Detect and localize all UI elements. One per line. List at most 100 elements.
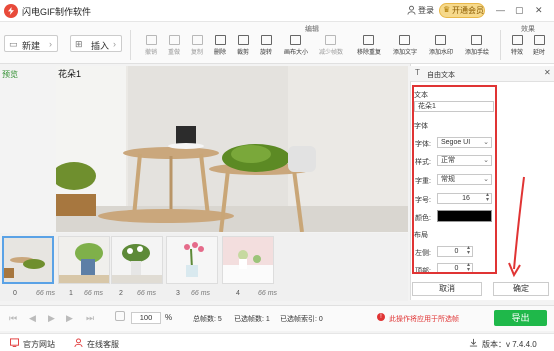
insert-label: 插入 xyxy=(91,41,110,51)
restore-button[interactable]: ▢ xyxy=(515,5,524,16)
website-icon xyxy=(10,338,19,347)
download-icon xyxy=(469,338,478,347)
panel-title: 自由文本 xyxy=(427,72,455,79)
frame-thumbnail[interactable] xyxy=(111,236,163,284)
zoom-input[interactable]: 100 xyxy=(131,312,161,324)
warning-text: 此操作将应用于所选帧 xyxy=(389,316,459,323)
text-tool-icon: T xyxy=(415,68,420,77)
zoom-unit: % xyxy=(165,313,173,322)
vip-label: 开通会员 xyxy=(452,6,484,15)
selected-frames-text: 已选帧数: 1 xyxy=(234,316,270,323)
next-frame-icon[interactable]: ▶ xyxy=(66,313,73,324)
add-drawing-tool[interactable]: 添加手绘 xyxy=(465,35,489,56)
redo-icon xyxy=(168,35,180,45)
reduce-frames-tool[interactable]: 减少帧数 xyxy=(319,35,343,56)
crop-tool[interactable]: 裁剪 xyxy=(232,35,254,56)
export-button[interactable]: 导出 xyxy=(494,310,547,326)
remove-duplicates-tool[interactable]: 移除重复 xyxy=(357,35,381,56)
frame-image xyxy=(59,237,109,283)
frame-thumbnail[interactable] xyxy=(58,236,110,284)
copy-tool[interactable]: 复制 xyxy=(186,35,208,56)
frame-index: 1 xyxy=(69,290,73,297)
frame-image xyxy=(167,237,217,283)
frame-duration: 66 ms xyxy=(36,290,56,297)
panel-close-icon[interactable]: ✕ xyxy=(544,68,551,77)
undo-icon xyxy=(145,35,157,45)
delay-icon xyxy=(533,35,545,45)
frame-duration: 66 ms xyxy=(137,290,157,297)
undo-tool[interactable]: 撤销 xyxy=(140,35,162,56)
support-icon xyxy=(74,338,83,347)
delete-icon xyxy=(214,35,226,45)
frame-thumbnail[interactable] xyxy=(2,236,54,284)
add-watermark-icon xyxy=(434,35,446,45)
total-frames-text: 总帧数: 5 xyxy=(193,316,222,323)
warning-icon: ! xyxy=(377,313,385,321)
first-frame-icon[interactable]: ⏮ xyxy=(9,313,17,324)
control-bar xyxy=(0,305,554,331)
toolbar-divider xyxy=(500,30,501,60)
play-icon[interactable]: ▶ xyxy=(48,313,55,324)
toolbar-divider xyxy=(130,30,131,60)
redo-tool[interactable]: 重做 xyxy=(163,35,185,56)
frame-index: 3 xyxy=(176,290,180,297)
pen-icon xyxy=(470,35,482,45)
insert-icon: ⊞ xyxy=(75,39,83,49)
user-icon[interactable] xyxy=(407,5,416,15)
frame-image xyxy=(4,238,52,282)
minimize-button[interactable]: — xyxy=(496,5,505,15)
last-frame-icon[interactable]: ⏭ xyxy=(86,313,94,324)
app-title: 闪电GIF制作软件 xyxy=(22,7,91,17)
login-link[interactable]: 登录 xyxy=(418,5,434,16)
canvas-size-tool[interactable]: 画布大小 xyxy=(284,35,308,56)
new-label: 新建 xyxy=(22,41,41,51)
zoom-fit-icon[interactable] xyxy=(115,311,125,321)
annotation-arrow-icon xyxy=(508,176,525,278)
preview-canvas[interactable] xyxy=(56,66,408,232)
effects-tool[interactable]: 特效 xyxy=(506,35,528,56)
frame-duration: 66 ms xyxy=(258,290,278,297)
frame-index: 2 xyxy=(119,290,123,297)
rotate-icon xyxy=(260,35,272,45)
effect-group-label: 效果 xyxy=(521,26,535,33)
chevron-right-icon: › xyxy=(49,39,52,49)
rotate-tool[interactable]: 旋转 xyxy=(255,35,277,56)
frame-thumbnail[interactable] xyxy=(222,236,274,284)
preview-label: 预览 xyxy=(2,70,18,79)
delay-tool[interactable]: 延时 xyxy=(528,35,550,56)
official-website-link[interactable]: 官方网站 xyxy=(23,339,55,350)
frame-index: 4 xyxy=(236,290,240,297)
canvas-size-icon xyxy=(289,35,301,45)
crown-icon: ♛ xyxy=(443,5,451,14)
prev-frame-icon[interactable]: ◀ xyxy=(29,313,36,324)
add-watermark-tool[interactable]: 添加水印 xyxy=(429,35,453,56)
new-file-icon: ▭ xyxy=(9,39,18,49)
highlight-annotation-box xyxy=(412,85,497,274)
frame-thumbnail[interactable] xyxy=(166,236,218,284)
new-button[interactable]: ▭ 新建 › xyxy=(4,35,58,52)
preview-image xyxy=(56,66,408,232)
frame-image xyxy=(112,237,162,283)
effects-icon xyxy=(511,35,523,45)
chevron-right-icon: › xyxy=(113,39,116,49)
reduce-frames-icon xyxy=(324,35,336,45)
frame-image xyxy=(223,237,273,283)
add-text-tool[interactable]: 添加文字 xyxy=(393,35,417,56)
add-text-icon xyxy=(398,35,410,45)
crop-icon xyxy=(237,35,249,45)
selected-index-text: 已选帧索引: 0 xyxy=(280,316,323,323)
delete-tool[interactable]: 删除 xyxy=(209,35,231,56)
frame-duration: 66 ms xyxy=(191,290,211,297)
remove-duplicates-icon xyxy=(362,35,374,45)
cancel-button[interactable]: 取消 xyxy=(412,282,482,296)
insert-button[interactable]: ⊞ 插入 › xyxy=(70,35,122,52)
version-text: 版本：v 7.4.4.0 xyxy=(482,340,537,349)
close-button[interactable]: ✕ xyxy=(535,5,543,16)
overlay-text[interactable]: 花朵1 xyxy=(58,67,81,80)
frame-duration: 66 ms xyxy=(84,290,104,297)
ok-button[interactable]: 确定 xyxy=(493,282,549,296)
app-logo-icon xyxy=(4,4,18,18)
frame-index: 0 xyxy=(13,290,17,297)
copy-icon xyxy=(191,35,203,45)
online-support-link[interactable]: 在线客服 xyxy=(87,339,119,350)
